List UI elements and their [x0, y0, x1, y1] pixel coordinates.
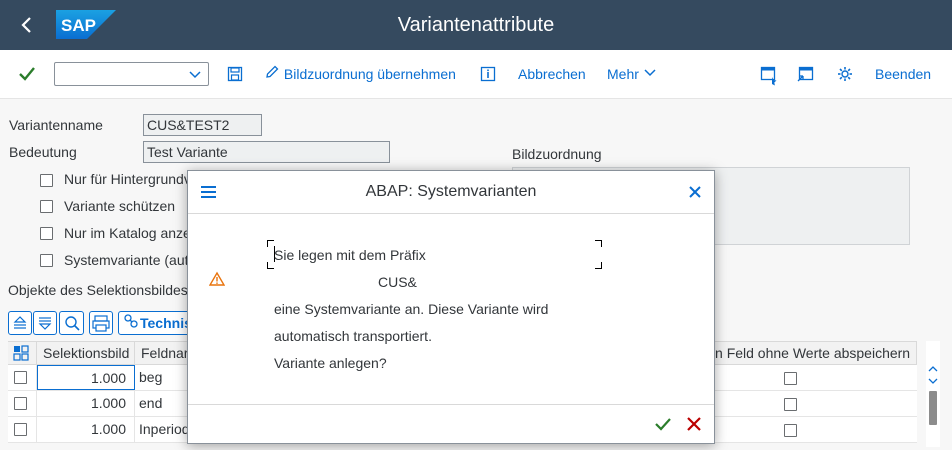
dialog-prefix: CUS&	[378, 274, 417, 290]
row-select[interactable]	[8, 391, 37, 416]
row-checkbox[interactable]	[14, 423, 27, 436]
feld-ohne-werte-checkbox[interactable]	[784, 398, 797, 411]
hamburger-menu-icon[interactable]	[200, 183, 218, 201]
checkbox-hintergrund[interactable]	[40, 174, 53, 187]
technical-names-icon	[122, 312, 140, 334]
row-checkbox[interactable]	[14, 371, 27, 384]
bedeutung-label: Bedeutung	[9, 144, 77, 160]
abbrechen-button[interactable]: Abbrechen	[518, 50, 586, 98]
table-scrollbar[interactable]	[926, 341, 940, 447]
checkbox-katalog-label: Nur im Katalog anze	[64, 225, 191, 241]
beenden-button[interactable]: Beenden	[875, 50, 931, 98]
dialog-line-3: automatisch transportiert.	[274, 328, 432, 344]
confirm-button[interactable]	[653, 414, 673, 434]
chevron-down-icon	[188, 65, 202, 86]
mehr-menu[interactable]: Mehr	[607, 50, 657, 98]
column-header-selektionsbild[interactable]: Selektionsbild	[37, 342, 135, 364]
bildzuordnung-button[interactable]: Bildzuordnung übernehmen	[264, 50, 456, 98]
feld-ohne-werte-checkbox[interactable]	[784, 372, 797, 385]
checkbox-systemvariante[interactable]	[40, 254, 53, 267]
shortcut-icon[interactable]	[797, 50, 815, 98]
page-title: Variantenattribute	[397, 14, 555, 36]
row-select[interactable]	[8, 417, 37, 442]
column-header-feld-ohne-werte[interactable]: n Feld ohne Werte abspeichern	[715, 342, 917, 364]
column-header-feld-ohne-werte-label: Feld ohne Werte abspeichern	[726, 345, 911, 361]
chevron-down-icon	[643, 51, 657, 99]
checkbox-schuetzen[interactable]	[40, 200, 53, 213]
technische-namen-button[interactable]: Technis	[118, 311, 190, 335]
print-icon[interactable]	[89, 311, 113, 335]
checkmark-icon[interactable]	[18, 50, 36, 98]
command-field[interactable]	[54, 62, 209, 86]
dialog-line-1: Sie legen mit dem Präfix	[274, 247, 426, 263]
row-checkbox[interactable]	[14, 397, 27, 410]
close-icon[interactable]	[684, 181, 706, 203]
variantenname-field[interactable]: CUS&TEST2	[143, 114, 262, 136]
new-window-icon[interactable]	[760, 50, 778, 98]
settings-icon[interactable]	[836, 50, 854, 98]
dialog-footer	[188, 404, 714, 445]
selektionsbild-cell[interactable]: 1.000	[37, 365, 135, 390]
save-icon[interactable]	[227, 50, 243, 98]
bedeutung-field[interactable]: Test Variante	[143, 141, 390, 163]
feld-ohne-werte-checkbox[interactable]	[784, 424, 797, 437]
checkbox-katalog[interactable]	[40, 227, 53, 240]
select-all-icon[interactable]	[8, 342, 37, 364]
selection-bracket	[267, 240, 274, 247]
warning-icon	[208, 271, 226, 287]
checkbox-hintergrund-label: Nur für Hintergrundv	[64, 171, 191, 187]
mehr-label: Mehr	[607, 66, 639, 82]
systemvarianten-dialog: ABAP: Systemvarianten Sie legen mit dem …	[187, 170, 715, 444]
info-icon[interactable]	[480, 50, 496, 98]
feldname-cell: beg	[135, 365, 195, 390]
checkbox-schuetzen-label: Variante schützen	[64, 198, 176, 214]
dialog-line-4: Variante anlegen?	[274, 355, 387, 371]
search-icon[interactable]	[59, 311, 84, 335]
selection-bracket	[595, 240, 602, 247]
objekte-label: Objekte des Selektionsbildes	[8, 282, 188, 298]
row-select[interactable]	[8, 365, 37, 390]
selektionsbild-cell[interactable]: 1.000	[37, 391, 135, 416]
cancel-button[interactable]	[684, 414, 704, 434]
dialog-line-2: eine Systemvariante an. Diese Variante w…	[274, 301, 549, 317]
sort-ascending-icon[interactable]	[8, 311, 32, 335]
variantenname-label: Variantenname	[9, 117, 103, 133]
selektionsbild-cell[interactable]: 1.000	[37, 417, 135, 442]
pencil-icon	[264, 51, 280, 99]
feldname-cell: end	[135, 391, 195, 416]
selection-bracket	[267, 262, 274, 269]
column-header-feldname[interactable]: Feldnar	[135, 342, 195, 364]
bildzuordnung-label: Bildzuordnung übernehmen	[283, 66, 456, 82]
sort-descending-icon[interactable]	[33, 311, 57, 335]
technische-namen-label: Technis	[140, 315, 190, 331]
selection-bracket	[595, 262, 602, 269]
checkbox-systemvariante-label: Systemvariante (auto	[64, 252, 197, 268]
toolbar: Bildzuordnung übernehmen Abbrechen Mehr …	[0, 50, 952, 99]
dialog-title: ABAP: Systemvarianten	[365, 183, 537, 200]
bildzuordnung-label: Bildzuordnung	[512, 146, 602, 162]
feldname-cell: Inperiod	[135, 417, 195, 442]
